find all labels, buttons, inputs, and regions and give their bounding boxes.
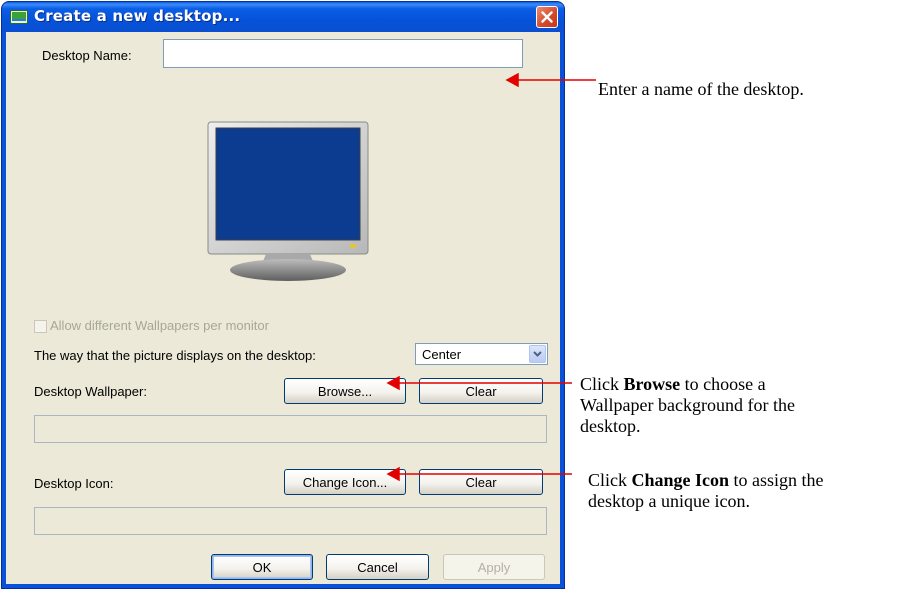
annotation-browse-line2: Wallpaper background for the bbox=[580, 395, 795, 415]
arrow-name-head bbox=[505, 72, 519, 88]
annotation-icon-pre: Click bbox=[588, 470, 632, 490]
annotation-browse-bold: Browse bbox=[623, 374, 681, 394]
annotation-browse-pre: Click bbox=[580, 374, 624, 394]
annotation-icon: Click Change Icon to assign the desktop … bbox=[588, 470, 824, 512]
arrow-browse-head bbox=[386, 375, 400, 391]
annotation-browse-post: to choose a bbox=[680, 374, 766, 394]
annotation-icon-bold: Change Icon bbox=[631, 470, 730, 490]
annotation-browse-line3: desktop. bbox=[580, 416, 641, 436]
annotation-browse: Click Browse to choose a Wallpaper backg… bbox=[580, 374, 795, 437]
arrow-icon-head bbox=[386, 466, 400, 482]
annotation-name: Enter a name of the desktop. bbox=[598, 79, 804, 100]
annotation-icon-line2: desktop a unique icon. bbox=[588, 491, 750, 511]
annotation-icon-post: to assign the bbox=[729, 470, 824, 490]
annotation-name-text: Enter a name of the desktop. bbox=[598, 79, 804, 99]
